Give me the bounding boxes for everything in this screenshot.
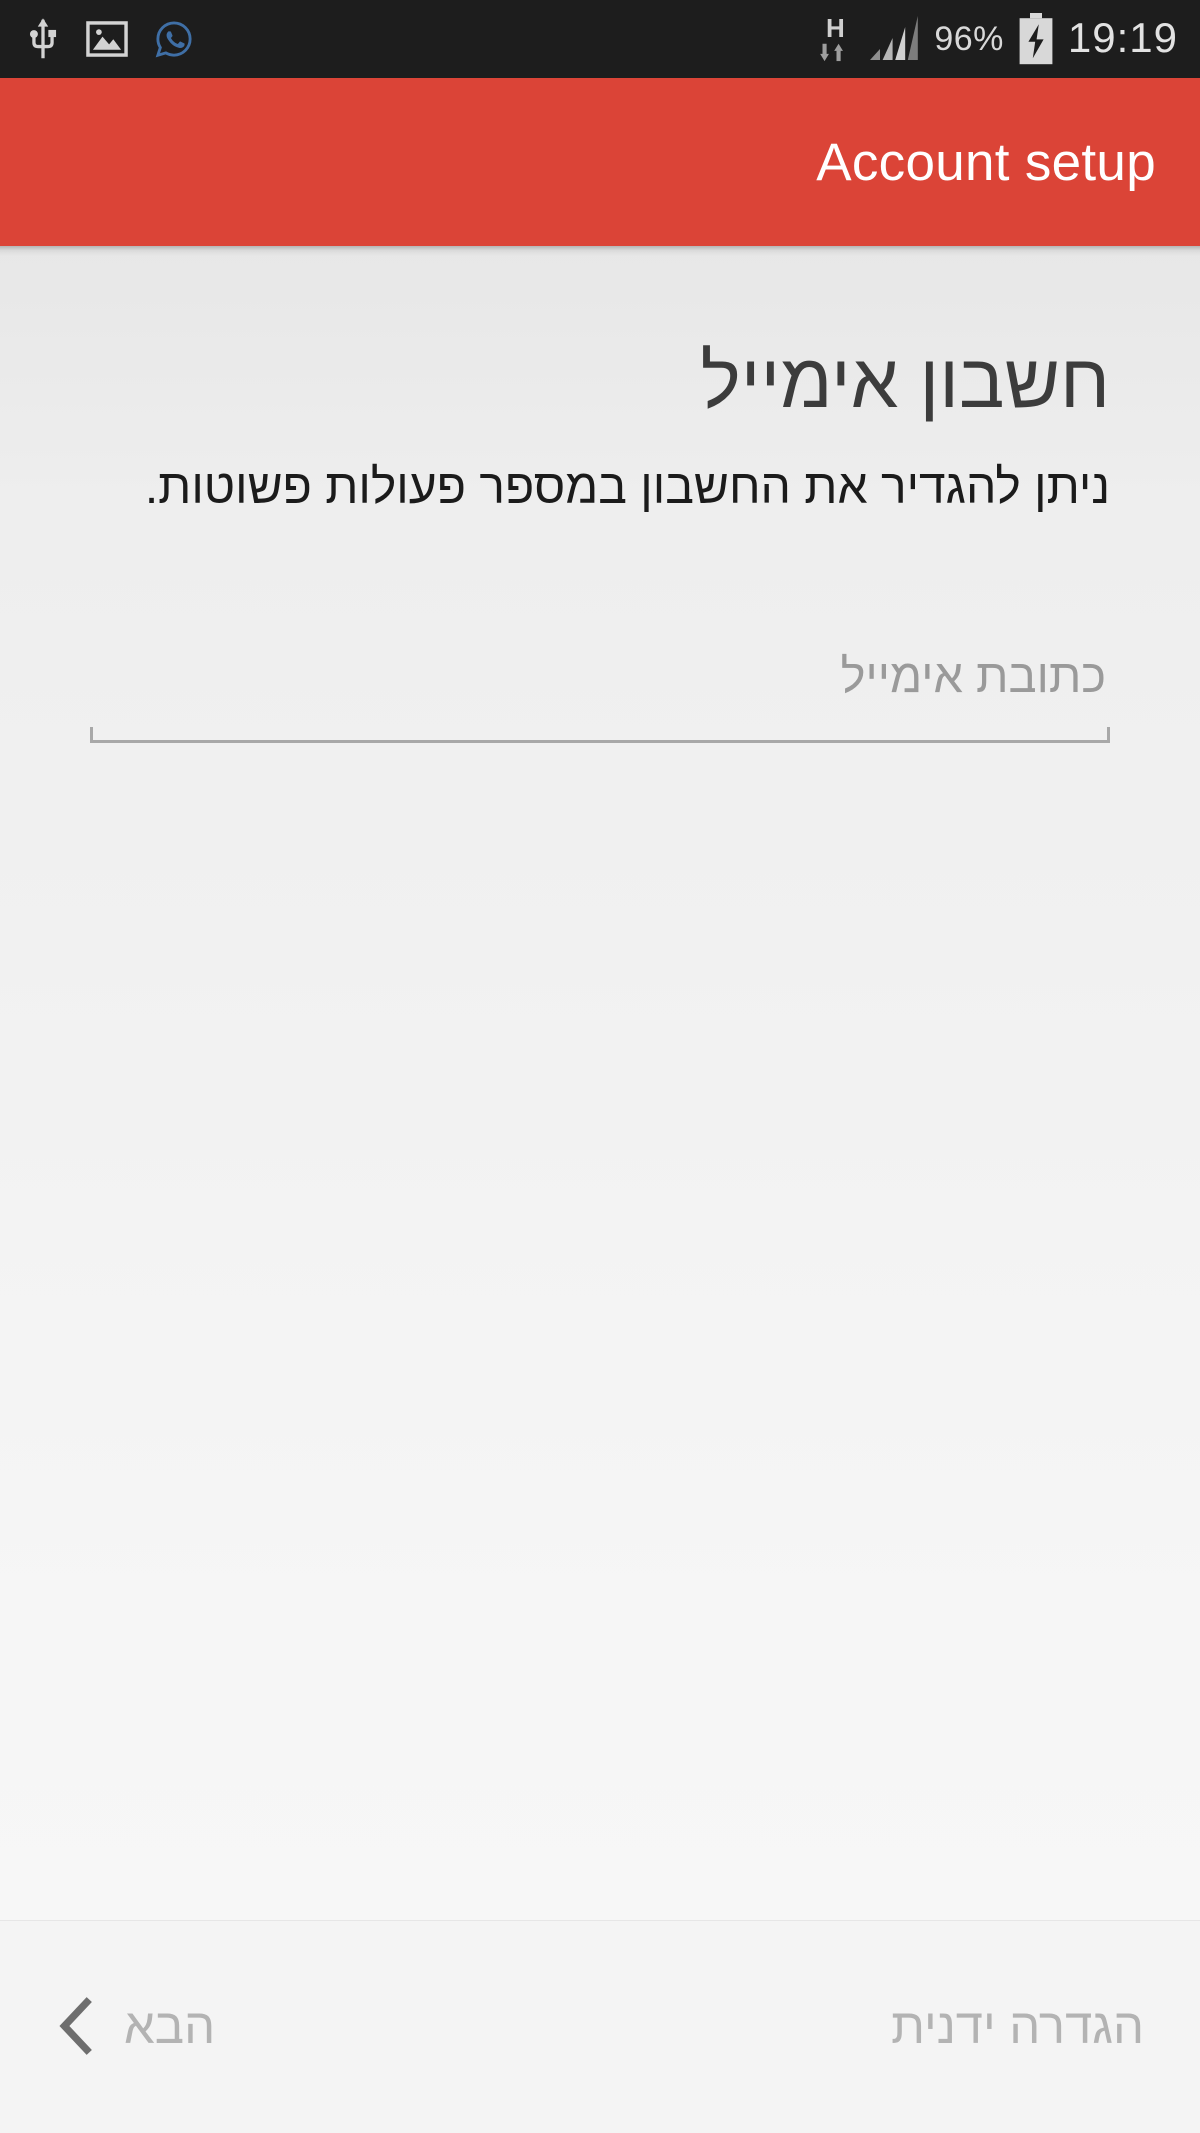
next-button-label: הבא	[124, 1999, 216, 2054]
battery-percent-label: 96%	[934, 19, 1004, 58]
status-bar: H 96% 19:19	[0, 0, 1200, 78]
signal-strength-icon	[868, 16, 920, 62]
network-type-letter: H	[825, 13, 845, 43]
usb-icon	[26, 17, 60, 61]
page-title: Account setup	[816, 132, 1156, 192]
status-bar-system-icons: H 96% 19:19	[818, 13, 1178, 65]
headline: חשבון אימייל	[700, 339, 1110, 424]
email-field-container	[90, 636, 1110, 755]
app-bar: Account setup	[0, 78, 1200, 256]
phone-screen: H 96% 19:19 Account setup חשבון אימייל נ…	[0, 0, 1200, 2133]
whatsapp-icon	[154, 19, 194, 59]
status-bar-notification-icons	[26, 17, 194, 61]
next-button[interactable]: הבא	[56, 1996, 216, 2058]
status-bar-clock: 19:19	[1067, 14, 1178, 61]
data-activity-arrows-icon	[820, 43, 844, 62]
battery-charging-icon	[1018, 13, 1054, 65]
bottom-action-bar: הבא הגדרה ידנית	[0, 1920, 1200, 2133]
screenshot-image-icon	[86, 21, 128, 57]
chevron-left-icon	[56, 1996, 96, 2058]
setup-content: חשבון אימייל ניתן להגדיר את החשבון במספר…	[0, 246, 1200, 1920]
email-address-input[interactable]	[90, 636, 1110, 723]
email-field-underline	[90, 726, 1110, 743]
description-text: ניתן להגדיר את החשבון במספר פעולות פשוטו…	[144, 460, 1110, 514]
manual-setup-button[interactable]: הגדרה ידנית	[891, 2002, 1144, 2052]
network-type-indicator: H	[818, 15, 852, 63]
